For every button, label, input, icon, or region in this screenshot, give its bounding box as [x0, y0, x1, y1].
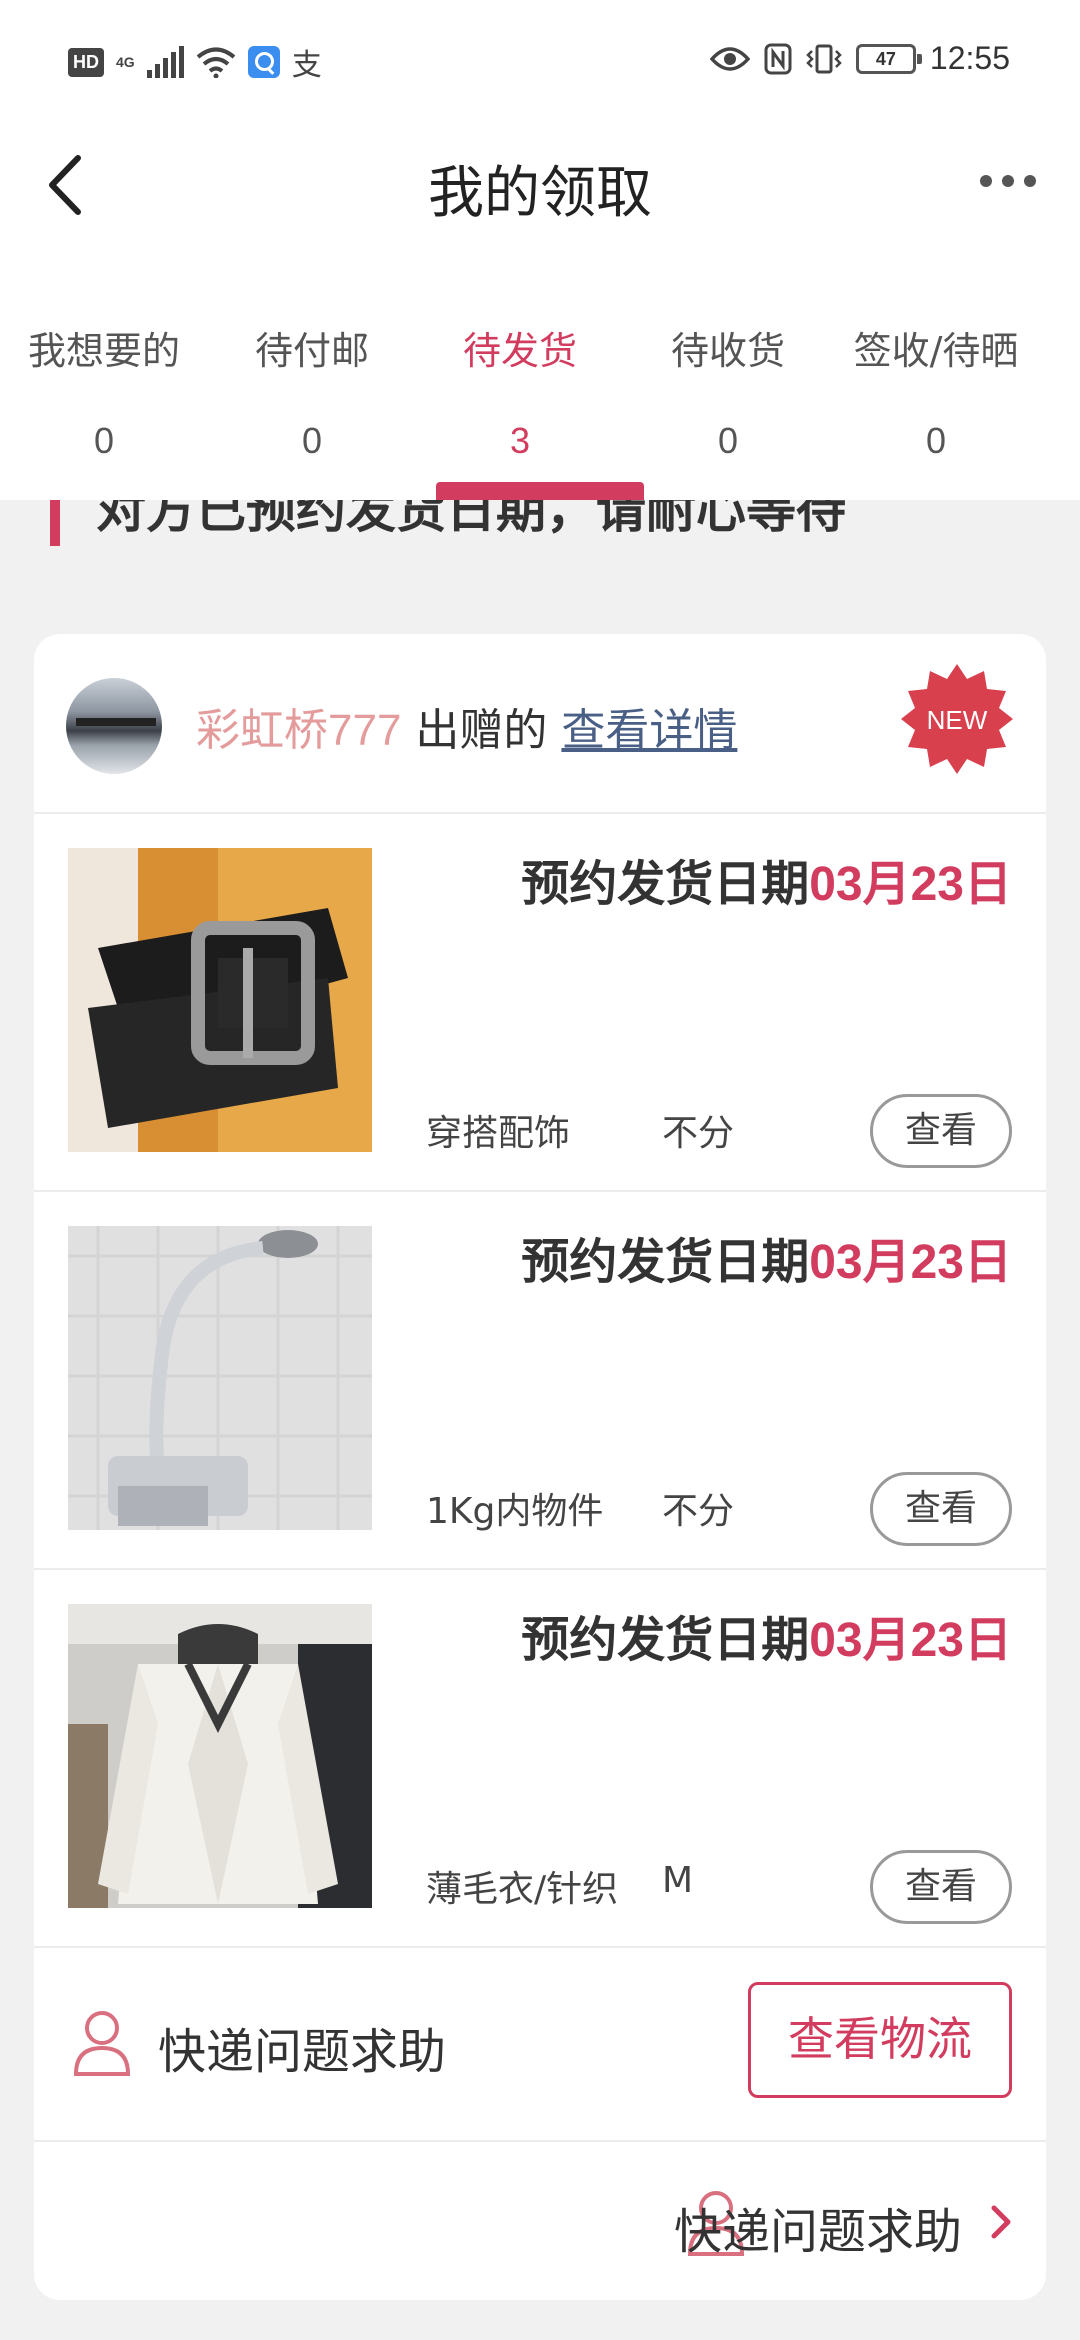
tab-count: 0	[717, 420, 739, 461]
tab-count: 0	[301, 420, 323, 461]
more-icon[interactable]	[980, 175, 1036, 187]
status-bar: HD 4G 支 47 12:55	[0, 0, 1080, 120]
item-size: 不分	[662, 1491, 735, 1532]
item-size: M	[662, 1860, 694, 1901]
product-image-lamp[interactable]	[68, 1226, 372, 1530]
gift-item[interactable]: 预约发货日期03月23日 穿搭配饰 不分 查看	[34, 814, 1046, 1192]
tab-pending-postage[interactable]: 待付邮 0	[208, 250, 416, 500]
notice-banner: 对方已预约发货日期，请耐心等待	[0, 500, 1080, 550]
ship-date-value: 03月23日	[809, 858, 1012, 911]
clock: 12:55	[929, 40, 1010, 76]
alipay-icon: 支	[291, 48, 322, 83]
item-category: 薄毛衣/针织	[426, 1869, 619, 1910]
tab-count: 0	[93, 420, 115, 461]
notice-text: 对方已预约发货日期，请耐心等待	[96, 500, 846, 539]
view-button[interactable]: 查看	[870, 1094, 1012, 1168]
gift-card: 彩虹桥777 出赠的 查看详情 NEW 预约发货日期03月23日 穿搭配饰 不分…	[34, 634, 1046, 2300]
vibrate-icon	[806, 44, 842, 73]
eye-icon	[709, 46, 750, 71]
ship-date-value: 03月23日	[809, 1236, 1012, 1289]
gift-item[interactable]: 预约发货日期03月23日 1Kg内物件 不分 查看	[34, 1192, 1046, 1570]
ship-date-label: 预约发货日期	[521, 1234, 810, 1290]
tab-label: 待付邮	[254, 329, 369, 373]
ship-date: 预约发货日期03月23日	[521, 844, 1012, 914]
product-image-cardigan[interactable]	[68, 1604, 372, 1908]
new-badge: NEW	[901, 664, 1013, 774]
giver-name[interactable]: 彩虹桥777	[196, 706, 401, 755]
tab-received-review[interactable]: 签收/待晒 0	[832, 250, 1040, 500]
hd-icon: HD	[68, 47, 104, 77]
tab-count: 3	[509, 420, 531, 461]
product-image-belt[interactable]	[68, 848, 372, 1152]
ship-date-value: 03月23日	[809, 1614, 1012, 1667]
giver-suffix: 出赠的	[401, 705, 562, 756]
search-app-icon	[247, 46, 280, 78]
tab-pending-receipt[interactable]: 待收货 0	[624, 250, 832, 500]
view-button[interactable]: 查看	[870, 1472, 1012, 1546]
tab-pending-shipment[interactable]: 待发货 3	[416, 250, 624, 500]
wifi-icon	[196, 47, 235, 78]
network-type: 4G	[116, 54, 135, 70]
ship-date: 预约发货日期03月23日	[521, 1222, 1012, 1292]
battery-icon: 47	[855, 43, 922, 74]
view-button[interactable]: 查看	[870, 1850, 1012, 1924]
tab-label: 待发货	[462, 329, 577, 373]
avatar[interactable]	[66, 678, 162, 774]
ship-date-label: 预约发货日期	[521, 1612, 810, 1668]
card-header: 彩虹桥777 出赠的 查看详情 NEW	[34, 634, 1046, 814]
tab-wanted[interactable]: 我想要的 0	[0, 250, 208, 500]
courier-help-row: 快递问题求助 查看物流	[34, 1946, 1046, 2142]
courier-help-link[interactable]: 快递问题求助	[674, 2192, 962, 2262]
view-details-link[interactable]: 查看详情	[561, 705, 737, 756]
item-size: 不分	[662, 1113, 735, 1154]
tab-label: 签收/待晒	[853, 329, 1019, 373]
page-title: 我的领取	[428, 161, 652, 226]
person-icon	[73, 2011, 131, 2076]
tab-bar: 我想要的 0 待付邮 0 待发货 3 待收货 0 签收/待晒 0	[0, 250, 1080, 500]
tab-label: 我想要的	[27, 329, 180, 373]
tab-label: 待收货	[670, 329, 785, 373]
signal-icon	[146, 46, 184, 78]
header: 我的领取	[0, 120, 1080, 250]
new-badge-text: NEW	[927, 705, 988, 735]
active-tab-indicator	[436, 482, 644, 500]
gift-item[interactable]: 预约发货日期03月23日 薄毛衣/针织 M 查看	[34, 1570, 1046, 1948]
tab-count: 0	[925, 420, 947, 461]
ship-date-label: 预约发货日期	[521, 856, 810, 912]
giver-line: 彩虹桥777 出赠的 查看详情	[196, 694, 737, 758]
notice-accent-bar	[50, 500, 60, 546]
item-category: 1Kg内物件	[426, 1491, 604, 1532]
nfc-icon	[764, 43, 792, 74]
item-category: 穿搭配饰	[426, 1113, 571, 1154]
ship-date: 预约发货日期03月23日	[521, 1600, 1012, 1670]
courier-help-link-row[interactable]: 快递问题求助	[34, 2142, 1046, 2300]
courier-help-label[interactable]: 快递问题求助	[158, 2012, 446, 2082]
chevron-right-icon	[991, 2205, 1011, 2239]
view-logistics-button[interactable]: 查看物流	[748, 1982, 1012, 2098]
